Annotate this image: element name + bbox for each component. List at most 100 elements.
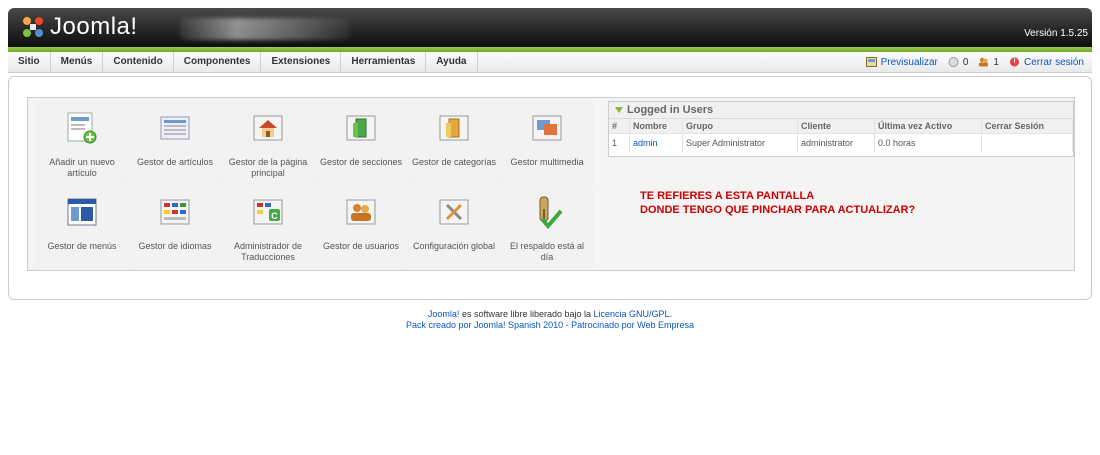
- tile-section-manager[interactable]: Gestor de secciones: [315, 102, 407, 184]
- logged-in-users-panel: Logged in Users # Nombre Grupo Cliente Ú…: [608, 101, 1074, 157]
- logout-icon: [1009, 57, 1019, 67]
- tile-label: Gestor de idiomas: [138, 241, 212, 251]
- cell-group: Super Administrator: [682, 133, 798, 152]
- col-logout: Cerrar Sesión: [981, 119, 1073, 134]
- table-row: 1 admin Super Administrator administrato…: [609, 133, 1073, 152]
- menu-componentes[interactable]: Componentes: [174, 52, 262, 72]
- logged-in-users-title-text: Logged in Users: [627, 104, 714, 116]
- tile-label: Gestor multimedia: [510, 157, 584, 167]
- tile-translation-manager[interactable]: C Administrador de Traducciones: [222, 186, 314, 268]
- language-manager-icon: [160, 199, 190, 225]
- annotation-line-2: DONDE TENGO QUE PINCHAR PARA ACTUALIZAR?: [640, 204, 916, 216]
- messages-count[interactable]: 0: [948, 56, 969, 68]
- frontpage-manager-icon: [253, 115, 283, 141]
- pack-prefix[interactable]: Pack creado por: [406, 320, 472, 330]
- logged-users-table: # Nombre Grupo Cliente Última vez Activo…: [609, 119, 1073, 152]
- footer: Joomla! es software libre liberado bajo …: [0, 309, 1100, 331]
- footer-line-2: Pack creado por Joomla! Spanish 2010 - P…: [0, 320, 1100, 331]
- cpanel-container: Añadir un nuevo artículo Gestor de artíc…: [27, 97, 1075, 271]
- col-group: Grupo: [682, 119, 798, 134]
- tile-label: El respaldo está al día: [509, 241, 585, 262]
- menu-manager-icon: [67, 198, 97, 226]
- tile-global-config[interactable]: Configuración global: [408, 186, 500, 268]
- version-label: Versión 1.5.25: [1024, 28, 1088, 39]
- col-last-active: Última vez Activo: [874, 119, 982, 134]
- tile-label: Gestor de menús: [47, 241, 117, 251]
- license-link[interactable]: Licencia GNU/GPL: [594, 309, 670, 319]
- annotation-line-1: TE REFIERES A ESTA PANTALLA: [640, 190, 815, 202]
- svg-text:C: C: [271, 211, 278, 221]
- tile-media-manager[interactable]: Gestor multimedia: [501, 102, 593, 184]
- menu-ayuda[interactable]: Ayuda: [426, 52, 478, 72]
- menu-contenido[interactable]: Contenido: [103, 52, 174, 72]
- category-manager-icon: [439, 115, 469, 141]
- preview-icon: [865, 57, 877, 67]
- col-client: Cliente: [797, 119, 875, 134]
- tile-label: Gestor de categorías: [411, 157, 497, 167]
- tile-label: Añadir un nuevo artículo: [49, 157, 115, 178]
- messages-count-value: 0: [962, 56, 969, 68]
- tile-language-manager[interactable]: Gestor de idiomas: [129, 186, 221, 268]
- tile-frontpage-manager[interactable]: Gestor de la página principal: [222, 102, 314, 184]
- backup-ok-icon: [539, 196, 563, 229]
- logout-link[interactable]: Cerrar sesión: [1009, 57, 1084, 68]
- tile-user-manager[interactable]: Gestor de usuarios: [315, 186, 407, 268]
- logout-label[interactable]: Cerrar sesión: [1024, 57, 1084, 68]
- tile-menu-manager[interactable]: Gestor de menús: [36, 186, 128, 268]
- tile-label: Gestor de la página principal: [228, 157, 308, 178]
- collapse-arrow-icon[interactable]: [615, 107, 623, 113]
- col-num: #: [609, 119, 630, 134]
- annotation-note: TE REFIERES A ESTA PANTALLA DONDE TENGO …: [640, 189, 915, 217]
- footer-line-1: Joomla! es software libre liberado bajo …: [0, 309, 1100, 320]
- tile-article-manager[interactable]: Gestor de artículos: [129, 102, 221, 184]
- blurred-site-name: [180, 18, 350, 40]
- media-manager-icon: [532, 115, 562, 141]
- quick-icons: Añadir un nuevo artículo Gestor de artíc…: [36, 102, 596, 272]
- cell-last-active: 0.0 horas: [874, 133, 982, 152]
- tile-label: Gestor de secciones: [319, 157, 403, 167]
- table-header-row: # Nombre Grupo Cliente Última vez Activo…: [609, 119, 1073, 134]
- cell-num: 1: [609, 133, 630, 152]
- cell-logout[interactable]: [981, 133, 1073, 152]
- messages-icon: [948, 57, 959, 67]
- footer-dot: .: [669, 309, 673, 319]
- menu-sitio[interactable]: Sitio: [8, 52, 51, 72]
- col-name: Nombre: [629, 119, 683, 134]
- tile-label: Administrador de Traducciones: [233, 241, 303, 262]
- preview-link[interactable]: Previsualizar: [865, 57, 938, 68]
- add-article-icon: [67, 112, 97, 144]
- tile-add-article[interactable]: Añadir un nuevo artículo: [36, 102, 128, 184]
- tile-label: Configuración global: [412, 241, 496, 251]
- menu-menus[interactable]: Menús: [51, 52, 104, 72]
- cell-name: admin: [629, 133, 683, 152]
- article-manager-icon: [160, 116, 190, 140]
- tile-label: Gestor de usuarios: [322, 241, 400, 251]
- footer-text: es software libre liberado bajo la: [461, 309, 592, 319]
- main-menu: Sitio Menús Contenido Componentes Extens…: [8, 52, 478, 72]
- logo-text: Joomla!: [50, 13, 138, 40]
- joomla-link[interactable]: Joomla!: [428, 309, 460, 319]
- menu-herramientas[interactable]: Herramientas: [341, 52, 427, 72]
- header-bar: Joomla! Versión 1.5.25: [8, 8, 1092, 47]
- user-manager-icon: [346, 199, 376, 225]
- joomla-logo[interactable]: Joomla!: [20, 12, 138, 42]
- section-manager-icon: [346, 115, 376, 141]
- tile-category-manager[interactable]: Gestor de categorías: [408, 102, 500, 184]
- logged-in-users-title[interactable]: Logged in Users: [609, 102, 1073, 119]
- translation-manager-icon: C: [253, 199, 283, 225]
- tile-backup-status[interactable]: El respaldo está al día: [501, 186, 593, 268]
- status-area: Previsualizar 0 1 Cerrar sesión: [856, 52, 1084, 72]
- cell-client: administrator: [797, 133, 875, 152]
- content-panel: Añadir un nuevo artículo Gestor de artíc…: [8, 76, 1092, 300]
- global-config-icon: [439, 199, 469, 225]
- menu-bar: Sitio Menús Contenido Componentes Extens…: [8, 52, 1092, 73]
- preview-label[interactable]: Previsualizar: [881, 57, 938, 68]
- users-count-value: 1: [993, 56, 999, 68]
- pack-link[interactable]: Joomla! Spanish 2010 - Patrocinado por W…: [474, 320, 694, 330]
- joomla-logo-icon: [23, 17, 43, 37]
- tile-label: Gestor de artículos: [136, 157, 214, 167]
- users-count[interactable]: 1: [978, 57, 999, 68]
- user-link[interactable]: admin: [633, 138, 658, 148]
- users-icon: [979, 57, 989, 67]
- menu-extensiones[interactable]: Extensiones: [261, 52, 342, 72]
